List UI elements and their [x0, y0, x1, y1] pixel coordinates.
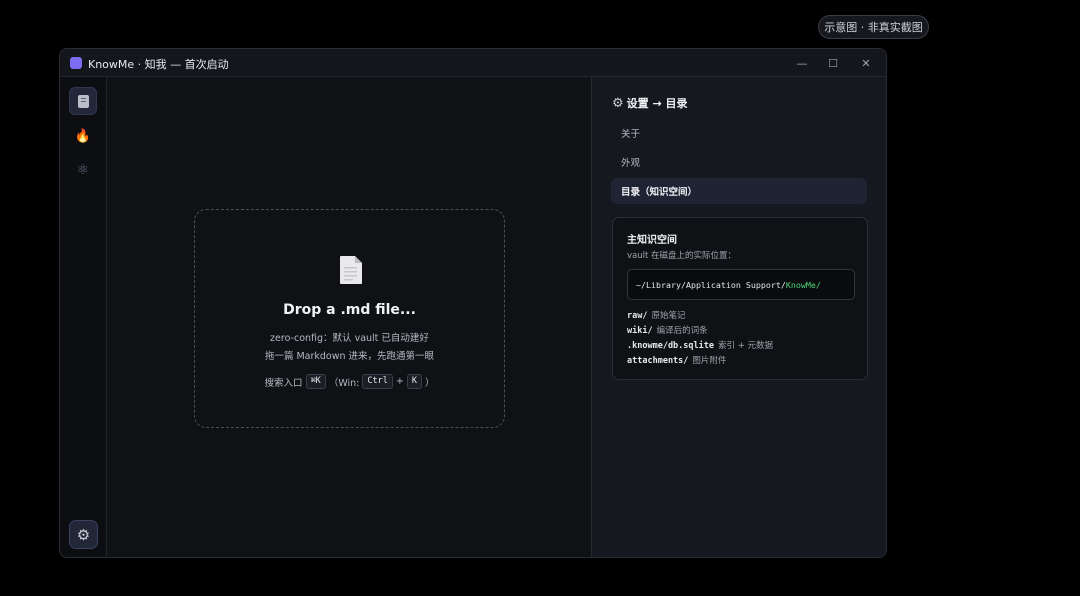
- close-button[interactable]: ✕: [857, 54, 875, 72]
- book-icon: [77, 94, 89, 108]
- dir-desc: 原始笔记: [651, 311, 686, 321]
- dir-desc: 编译后的词条: [656, 326, 708, 336]
- illustration-badge: 示意图 · 非真实截图: [818, 15, 929, 39]
- settings-nav-directory[interactable]: 目录（知识空间）: [611, 178, 867, 204]
- search-shortcut-hint: 搜索入口 ⌘K （Win: Ctrl + K ）: [195, 374, 504, 389]
- minimize-button[interactable]: —: [793, 54, 811, 72]
- vault-card-subtitle: vault 在磁盘上的实际位置：: [627, 251, 737, 261]
- dropzone[interactable]: Drop a .md file... zero-config：默认 vault …: [194, 209, 505, 428]
- sidebar-rail: 🔥 ⚛ ⚙: [60, 77, 107, 557]
- settings-nav-about[interactable]: 关于: [611, 120, 867, 146]
- settings-nav-appearance[interactable]: 外观: [611, 149, 867, 175]
- settings-title: ⚙ 设置 → 目录: [612, 95, 688, 111]
- title-bar: KnowMe · 知我 — 首次启动 — ☐ ✕: [60, 49, 886, 77]
- dir-name: attachments/: [627, 356, 689, 366]
- dir-desc: 索引 + 元数据: [718, 341, 774, 351]
- vault-card-title: 主知识空间: [627, 235, 677, 246]
- shortcut-label: 搜索入口: [264, 377, 303, 389]
- app-window: KnowMe · 知我 — 首次启动 — ☐ ✕ 🔥 ⚛ ⚙ Drop a .m…: [59, 48, 887, 558]
- file-icon: [340, 256, 362, 284]
- settings-button[interactable]: ⚙: [69, 520, 98, 549]
- graph-button[interactable]: ⚛: [69, 156, 97, 184]
- shortcut-close: ）: [424, 377, 435, 389]
- settings-title-text: 设置 → 目录: [626, 97, 688, 110]
- kbd-ctrl: Ctrl: [362, 374, 393, 389]
- shortcut-plus: +: [395, 376, 404, 387]
- dir-row: attachments/图片附件: [627, 354, 726, 366]
- maximize-button[interactable]: ☐: [824, 54, 842, 72]
- gear-icon: ⚙: [76, 525, 91, 544]
- atom-icon: ⚛: [76, 162, 90, 178]
- dir-row: .knowme/db.sqlite 索引 + 元数据: [627, 339, 773, 351]
- vault-path-field[interactable]: ~/Library/Application Support/KnowMe/: [627, 269, 855, 300]
- vault-path-highlight: KnowMe/: [785, 279, 821, 290]
- gear-icon: ⚙: [612, 95, 624, 111]
- dropzone-title: Drop a .md file...: [283, 302, 416, 318]
- settings-panel: ⚙ 设置 → 目录 关于 外观 目录（知识空间） 主知识空间 vault 在磁盘…: [591, 77, 886, 557]
- dropzone-hint-1: zero-config：默认 vault 已自动建好: [270, 333, 429, 344]
- dropzone-hint-2: 拖一篇 Markdown 进来，先跑通第一眼: [264, 351, 435, 362]
- dir-row: wiki/编译后的词条: [627, 324, 708, 336]
- dir-name: wiki/: [627, 326, 653, 336]
- kbd-k: K: [406, 374, 422, 389]
- dir-row: raw/原始笔记: [627, 309, 686, 321]
- library-button[interactable]: [69, 87, 97, 115]
- shortcut-win-label: （Win:: [328, 377, 360, 389]
- dir-name: raw/: [627, 311, 648, 321]
- dir-name: .knowme/db.sqlite: [627, 341, 714, 351]
- vault-card: 主知识空间 vault 在磁盘上的实际位置： ~/Library/Applica…: [612, 217, 868, 380]
- app-logo-icon: [70, 57, 82, 69]
- dir-desc: 图片附件: [692, 356, 727, 366]
- window-title: KnowMe · 知我 — 首次启动: [88, 58, 229, 71]
- kbd-cmd-k: ⌘K: [305, 374, 326, 389]
- flame-icon: 🔥: [74, 128, 92, 144]
- trending-button[interactable]: 🔥: [69, 122, 97, 150]
- vault-path-prefix: ~/Library/Application Support/: [636, 279, 786, 290]
